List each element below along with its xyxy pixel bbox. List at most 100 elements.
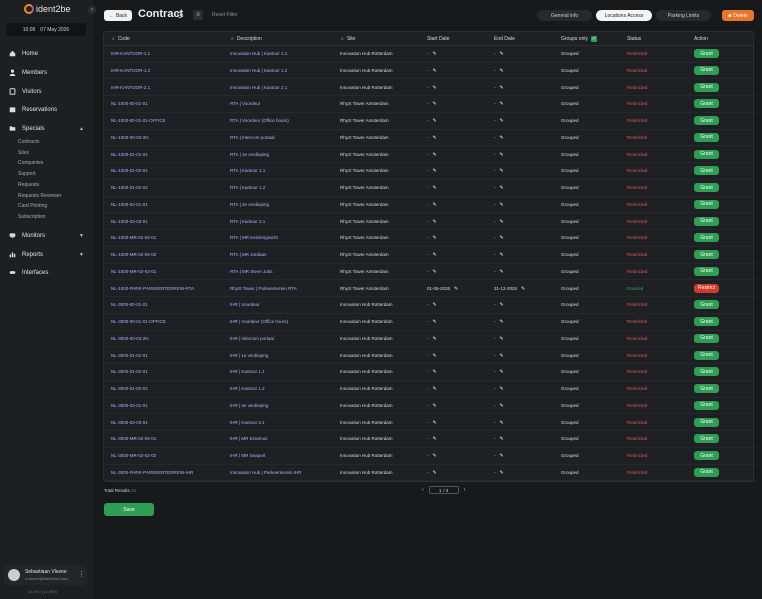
pencil-icon[interactable]: ✎ (433, 470, 437, 476)
pencil-icon[interactable]: ✎ (433, 51, 437, 57)
description-link[interactable]: RTA | MR Steve Jobs (230, 269, 273, 274)
description-link[interactable]: RTA | Voordeur (230, 101, 260, 106)
description-link[interactable]: RTA | 1e verdieping (230, 152, 269, 157)
grant-button[interactable]: Grant (694, 166, 719, 176)
chevron-right-icon[interactable]: › (464, 487, 466, 493)
pencil-icon[interactable]: ✎ (433, 185, 437, 191)
grant-button[interactable]: Grant (694, 250, 719, 259)
sub-item-support[interactable]: Support (18, 171, 36, 177)
pencil-icon[interactable]: ✎ (433, 386, 437, 392)
description-link[interactable]: IHR | Kantoor 1.2 (230, 386, 265, 391)
restrict-button[interactable]: Restrict (694, 283, 719, 293)
tab-general-info[interactable]: General info (537, 10, 592, 21)
pencil-icon[interactable]: ✎ (500, 269, 504, 275)
chevron-down-icon[interactable]: ▼ (79, 233, 84, 239)
pencil-icon[interactable]: ✎ (500, 453, 504, 459)
code-link[interactable]: NL-1000-00-03-2N (111, 135, 149, 140)
pencil-icon[interactable]: ✎ (500, 353, 504, 359)
description-link[interactable]: RTA | 2e verdieping (230, 202, 269, 207)
pencil-icon[interactable]: ✎ (500, 118, 504, 124)
description-link[interactable]: Innovation Hub | Kantoor 1.2 (230, 68, 287, 73)
pencil-icon[interactable]: ✎ (433, 420, 437, 426)
pencil-icon[interactable]: ✎ (433, 252, 437, 258)
pencil-icon[interactable]: ✎ (433, 68, 437, 74)
chevron-up-icon[interactable]: ▲ (79, 126, 84, 132)
pencil-icon[interactable]: ✎ (433, 135, 437, 141)
pencil-icon[interactable]: ✎ (433, 302, 437, 308)
code-link[interactable]: NL-3000-00-01-01 (111, 302, 148, 307)
chevron-left-icon[interactable]: ‹ (422, 487, 424, 493)
description-link[interactable]: IHR | MR Seaport (230, 453, 265, 458)
pencil-icon[interactable]: ✎ (500, 302, 504, 308)
pencil-icon[interactable]: ✎ (433, 269, 437, 275)
pencil-icon[interactable]: ✎ (500, 68, 504, 74)
grant-button[interactable]: Grant (694, 451, 719, 460)
pencil-icon[interactable]: ✎ (433, 436, 437, 442)
nav-visitors[interactable]: Visitors (9, 88, 42, 95)
tab-locations-access[interactable]: Locations Access (596, 10, 652, 21)
pencil-icon[interactable]: ✎ (433, 152, 437, 158)
grant-button[interactable]: Grant (694, 467, 719, 477)
code-link[interactable]: NL-3000-MR-02-02-02 (111, 453, 156, 458)
code-link[interactable]: NL-1000-02-01-01 (111, 202, 148, 207)
grant-button[interactable]: Grant (694, 317, 719, 326)
page-input[interactable]: 1 / 3 (428, 486, 459, 494)
code-link[interactable]: IHR-KANTOOR-2.1 (111, 85, 150, 90)
grant-button[interactable]: Grant (694, 216, 719, 226)
grant-button[interactable]: Grant (694, 49, 719, 58)
pencil-icon[interactable]: ✎ (433, 168, 437, 174)
reset-filter-button[interactable]: Reset Filter (212, 12, 238, 18)
column-site[interactable]: ⌕ Site (341, 36, 355, 42)
code-link[interactable]: NL-1000-02-03-01 (111, 219, 148, 224)
code-link[interactable]: NL-3000-02-01-01 (111, 403, 148, 408)
description-link[interactable]: RTA | Kantoor 1.1 (230, 168, 265, 173)
back-button[interactable]: ← Back (104, 10, 132, 21)
description-link[interactable]: IHR | Kantoor 1.1 (230, 369, 265, 374)
pencil-icon[interactable]: ✎ (500, 85, 504, 91)
collapse-sidebar-icon[interactable]: ‹ (88, 6, 96, 14)
pencil-icon[interactable]: ✎ (433, 336, 437, 342)
pencil-icon[interactable]: ✎ (433, 235, 437, 241)
pencil-icon[interactable]: ✎ (500, 420, 504, 426)
pencil-icon[interactable]: ✎ (500, 252, 504, 258)
nav-home[interactable]: Home (9, 50, 38, 57)
grant-button[interactable]: Grant (694, 99, 719, 109)
nav-interfaces[interactable]: Interfaces (9, 269, 48, 276)
description-link[interactable]: Rhyzt Tower | Parkeerterrein RTA (230, 286, 297, 291)
code-link[interactable]: NL-3000-01-01-01 (111, 353, 148, 358)
column-code[interactable]: ⌕ Code (112, 36, 130, 42)
grant-button[interactable]: Grant (694, 434, 719, 444)
sub-item-sites[interactable]: Sites (18, 150, 29, 156)
description-link[interactable]: IHR | MR Erasmus (230, 436, 267, 441)
pencil-icon[interactable]: ✎ (521, 286, 525, 292)
grant-button[interactable]: Grant (694, 333, 719, 343)
code-link[interactable]: NL-3000-MR-02-02-01 (111, 436, 156, 441)
column-description[interactable]: ⌕ Description (231, 36, 262, 42)
code-link[interactable]: NL-1000-MR-02-02-02 (111, 252, 156, 257)
pencil-icon[interactable]: ✎ (500, 135, 504, 141)
pencil-icon[interactable]: ✎ (500, 202, 504, 208)
pencil-icon[interactable]: ✎ (433, 369, 437, 375)
description-link[interactable]: IHR | 2e verdieping (230, 403, 268, 408)
pencil-icon[interactable]: ✎ (433, 403, 437, 409)
nav-specials[interactable]: Specials ▲ (9, 125, 84, 132)
code-link[interactable]: NL-3000-01-02-01 (111, 369, 148, 374)
description-link[interactable]: Innovation Hub | Kantoor 1.1 (230, 51, 287, 56)
code-link[interactable]: NL-1000-MR-02-02-01 (111, 235, 156, 240)
grant-button[interactable]: Grant (694, 199, 719, 209)
code-link[interactable]: NL-1000-01-02-01 (111, 168, 148, 173)
grant-button[interactable]: Grant (694, 367, 719, 377)
sub-item-requests-reviewer[interactable]: Requests Reviewer (18, 193, 61, 199)
grant-button[interactable]: Grant (694, 350, 719, 360)
code-link[interactable]: NL-3000-02-03-01 (111, 420, 148, 425)
grant-button[interactable]: Grant (694, 183, 719, 192)
description-link[interactable]: RTA | Voordeur (Office hours) (230, 118, 289, 123)
save-button[interactable]: Save (104, 503, 154, 516)
grant-button[interactable]: Grant (694, 65, 719, 75)
grant-button[interactable]: Grant (694, 384, 719, 393)
grant-button[interactable]: Grant (694, 400, 719, 410)
logo[interactable]: ident2be (24, 4, 71, 14)
pencil-icon[interactable]: ✎ (500, 168, 504, 174)
nav-members[interactable]: Members (9, 69, 47, 76)
user-card[interactable]: Sebastiaan Vlezee s.vlezee@ident2be.com … (4, 565, 87, 585)
